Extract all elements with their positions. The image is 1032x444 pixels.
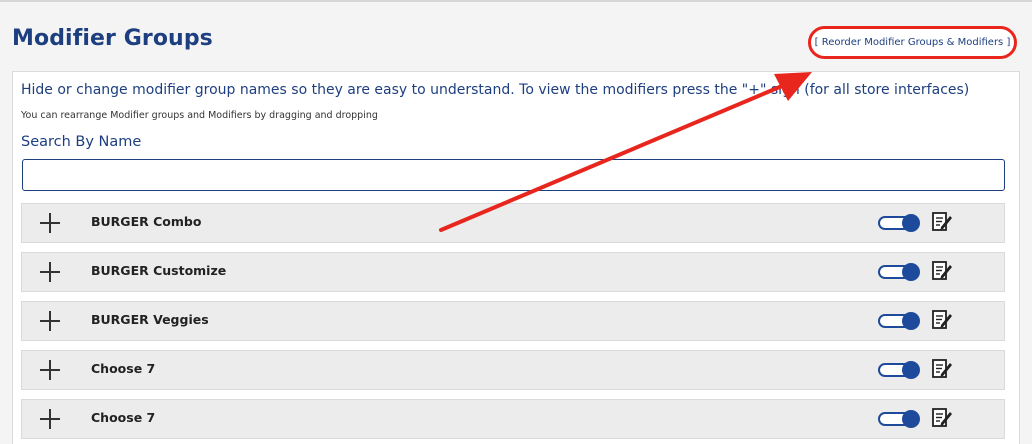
- expand-plus-icon[interactable]: [40, 262, 60, 282]
- edit-icon[interactable]: [931, 309, 953, 331]
- visibility-toggle[interactable]: [878, 263, 920, 281]
- reorder-link[interactable]: [ Reorder Modifier Groups & Modifiers ]: [808, 26, 1017, 59]
- toggle-knob: [902, 410, 920, 428]
- modifier-group-name: BURGER Customize: [91, 263, 227, 278]
- visibility-toggle[interactable]: [878, 410, 920, 428]
- drag-hint-text: You can rearrange Modifier groups and Mo…: [21, 110, 378, 121]
- top-divider: [0, 0, 1032, 2]
- toggle-knob: [902, 263, 920, 281]
- expand-plus-icon[interactable]: [40, 311, 60, 331]
- search-input[interactable]: [22, 159, 1005, 191]
- expand-plus-icon[interactable]: [40, 360, 60, 380]
- modifier-group-name: Choose 7: [91, 410, 156, 425]
- edit-icon[interactable]: [931, 260, 953, 282]
- modifier-group-row[interactable]: BURGER Combo: [21, 203, 1005, 243]
- intro-text: Hide or change modifier group names so t…: [21, 82, 970, 98]
- modifier-group-row[interactable]: BURGER Customize: [21, 252, 1005, 292]
- visibility-toggle[interactable]: [878, 361, 920, 379]
- modifier-group-row[interactable]: Choose 7: [21, 350, 1005, 390]
- modifier-group-name: Choose 7: [91, 361, 156, 376]
- search-label: Search By Name: [21, 134, 142, 150]
- edit-icon[interactable]: [931, 211, 953, 233]
- page-title: Modifier Groups: [12, 26, 213, 51]
- toggle-knob: [902, 214, 920, 232]
- visibility-toggle[interactable]: [878, 312, 920, 330]
- modifier-group-row[interactable]: BURGER Veggies: [21, 301, 1005, 341]
- edit-icon[interactable]: [931, 407, 953, 429]
- expand-plus-icon[interactable]: [40, 213, 60, 233]
- toggle-knob: [902, 312, 920, 330]
- modifier-group-name: BURGER Veggies: [91, 312, 209, 327]
- modifier-group-row[interactable]: Choose 7: [21, 399, 1005, 439]
- visibility-toggle[interactable]: [878, 214, 920, 232]
- edit-icon[interactable]: [931, 358, 953, 380]
- modifier-group-name: BURGER Combo: [91, 214, 202, 229]
- expand-plus-icon[interactable]: [40, 409, 60, 429]
- toggle-knob: [902, 361, 920, 379]
